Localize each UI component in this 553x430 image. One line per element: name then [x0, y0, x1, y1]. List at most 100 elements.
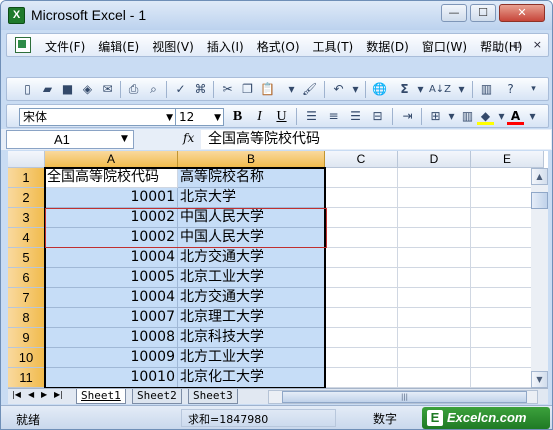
row-header[interactable]: 10: [8, 348, 45, 368]
autosum-icon[interactable]: Σ: [396, 81, 413, 98]
fill-color-icon[interactable]: ◆: [477, 108, 494, 125]
cell-b2[interactable]: 北京大学: [178, 188, 325, 208]
chevron-down-icon[interactable]: ▼: [121, 134, 128, 144]
cell-d7[interactable]: [398, 288, 471, 308]
menu-item[interactable]: 数据(D): [366, 38, 409, 55]
workbook-icon[interactable]: [15, 37, 31, 53]
italic-button[interactable]: I: [251, 108, 268, 125]
cell-a2[interactable]: 10001: [45, 188, 178, 208]
chevron-down-icon[interactable]: ▾: [283, 81, 300, 98]
chevron-down-icon[interactable]: ▾: [524, 108, 541, 125]
menu-item[interactable]: 编辑(E): [98, 38, 139, 55]
sheet-tab-sheet1[interactable]: Sheet1: [76, 389, 126, 404]
cell-d5[interactable]: [398, 248, 471, 268]
cell-c3[interactable]: [325, 208, 398, 228]
vertical-scroll-thumb[interactable]: [531, 192, 548, 209]
row-header[interactable]: 7: [8, 288, 45, 308]
cell-a10[interactable]: 10009: [45, 348, 178, 368]
horizontal-scroll-thumb[interactable]: |||: [282, 391, 527, 403]
cell-d11[interactable]: [398, 368, 471, 388]
chevron-down-icon[interactable]: ▾: [347, 81, 364, 98]
cell-b10[interactable]: 北方工业大学: [178, 348, 325, 368]
name-box[interactable]: A1: [6, 130, 134, 149]
cell-c10[interactable]: [325, 348, 398, 368]
menu-item[interactable]: 工具(T): [313, 38, 354, 55]
font-size-select[interactable]: 12 ▼: [175, 108, 224, 126]
cell-d3[interactable]: [398, 208, 471, 228]
horizontal-scrollbar[interactable]: |||: [268, 390, 538, 404]
row-header[interactable]: 5: [8, 248, 45, 268]
row-header[interactable]: 11: [8, 368, 45, 388]
workbook-minimize-button[interactable]: _: [495, 38, 501, 51]
cell-a11[interactable]: 10010: [45, 368, 178, 388]
cell-c2[interactable]: [325, 188, 398, 208]
cell-a7[interactable]: 10004: [45, 288, 178, 308]
cell-d1[interactable]: [398, 168, 471, 188]
cell-a8[interactable]: 10007: [45, 308, 178, 328]
undo-icon[interactable]: ↶: [330, 81, 347, 98]
workbook-restore-button[interactable]: ▫: [513, 38, 520, 51]
row-header[interactable]: 6: [8, 268, 45, 288]
menu-item[interactable]: 格式(O): [257, 38, 300, 55]
cell-d10[interactable]: [398, 348, 471, 368]
cell-b1[interactable]: 高等院校名称: [178, 168, 325, 188]
cell-d8[interactable]: [398, 308, 471, 328]
row-header[interactable]: 8: [8, 308, 45, 328]
cell-d9[interactable]: [398, 328, 471, 348]
font-color-icon[interactable]: A: [507, 108, 524, 125]
cell-b4[interactable]: 中国人民大学: [178, 228, 325, 248]
cell-a9[interactable]: 10008: [45, 328, 178, 348]
bold-button[interactable]: B: [229, 108, 246, 125]
workbook-close-button[interactable]: ×: [533, 38, 542, 51]
row-header[interactable]: 1: [8, 168, 45, 188]
first-sheet-icon[interactable]: |◀: [12, 390, 21, 399]
new-icon[interactable]: ▯: [19, 81, 36, 98]
column-header-e[interactable]: E: [471, 151, 544, 168]
cell-c9[interactable]: [325, 328, 398, 348]
maximize-button[interactable]: ☐: [470, 4, 496, 22]
help-icon[interactable]: ?: [502, 81, 519, 98]
menu-item[interactable]: 文件(F): [45, 38, 85, 55]
align-right-icon[interactable]: ☰: [347, 108, 364, 125]
row-header[interactable]: 9: [8, 328, 45, 348]
save-icon[interactable]: ■: [59, 81, 76, 98]
cell-a3[interactable]: 10002: [45, 208, 178, 228]
permission-icon[interactable]: ◈: [79, 81, 96, 98]
vertical-scrollbar[interactable]: ▲ ▼: [531, 168, 548, 388]
cell-b3[interactable]: 中国人民大学: [178, 208, 325, 228]
paste-icon[interactable]: 📋: [259, 81, 276, 98]
cell-a1[interactable]: 全国高等院校代码: [45, 168, 178, 188]
cell-d4[interactable]: [398, 228, 471, 248]
chart-wizard-icon[interactable]: ▥: [478, 81, 495, 98]
column-header-d[interactable]: D: [398, 151, 471, 168]
chart-icon[interactable]: ▥: [459, 108, 476, 125]
cell-c5[interactable]: [325, 248, 398, 268]
research-icon[interactable]: ⌘: [192, 81, 209, 98]
cut-icon[interactable]: ✂: [219, 81, 236, 98]
cell-c1[interactable]: [325, 168, 398, 188]
cell-b6[interactable]: 北京工业大学: [178, 268, 325, 288]
cell-b11[interactable]: 北京化工大学: [178, 368, 325, 388]
cell-b7[interactable]: 北方交通大学: [178, 288, 325, 308]
underline-button[interactable]: U: [273, 108, 290, 125]
row-header[interactable]: 3: [8, 208, 45, 228]
column-header-c[interactable]: C: [325, 151, 398, 168]
spelling-icon[interactable]: ✓: [172, 81, 189, 98]
excel-icon[interactable]: X: [8, 7, 25, 24]
insert-function-icon[interactable]: fx: [183, 131, 194, 145]
cell-c8[interactable]: [325, 308, 398, 328]
sheet-tab-sheet3[interactable]: Sheet3: [188, 389, 238, 404]
column-header-a[interactable]: A: [45, 151, 178, 168]
cell-a4[interactable]: 10002: [45, 228, 178, 248]
sheet-tab-sheet2[interactable]: Sheet2: [132, 389, 182, 404]
next-sheet-icon[interactable]: ▶: [41, 390, 47, 399]
cell-d6[interactable]: [398, 268, 471, 288]
menu-item[interactable]: 插入(I): [207, 38, 244, 55]
minimize-button[interactable]: —: [441, 4, 467, 22]
chevron-down-icon[interactable]: ▾: [443, 108, 460, 125]
cell-c4[interactable]: [325, 228, 398, 248]
sort-ascending-icon[interactable]: A↓Z: [427, 81, 453, 98]
menu-item[interactable]: 窗口(W): [422, 38, 467, 55]
increase-indent-icon[interactable]: ⇥: [399, 108, 416, 125]
cell-b9[interactable]: 北京科技大学: [178, 328, 325, 348]
